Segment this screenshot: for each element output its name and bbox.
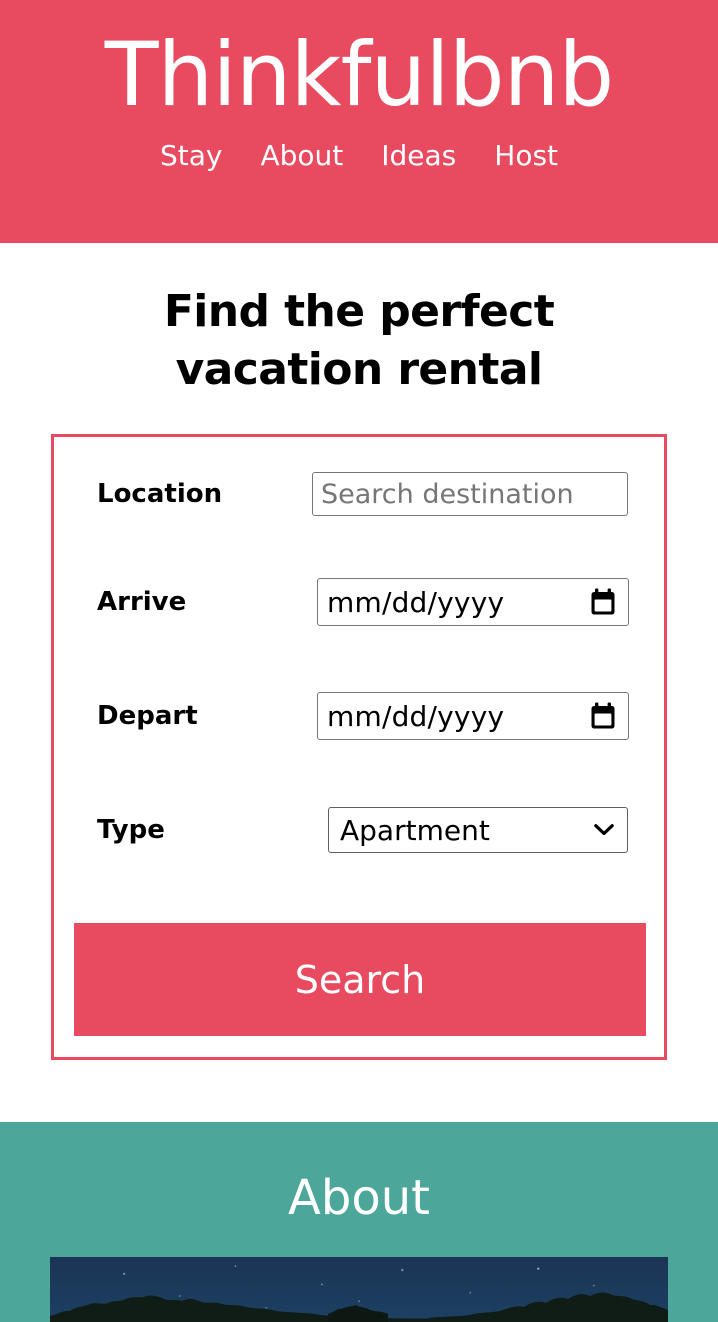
form-row-type: Type Apartment	[54, 773, 664, 887]
label-location: Location	[97, 479, 223, 509]
page-title: Find the perfect vacation rental	[163, 286, 555, 396]
form-row-arrive: Arrive mm/dd/yyyy	[54, 545, 664, 659]
search-form: Location Arrive mm/dd/yyyy Depart	[51, 434, 667, 1060]
about-photo	[50, 1257, 668, 1322]
label-arrive: Arrive	[97, 587, 187, 617]
calendar-icon[interactable]	[590, 702, 616, 730]
brand-title: Thinkfulbnb	[104, 23, 614, 126]
location-input[interactable]	[312, 472, 628, 516]
type-select-value: Apartment	[340, 813, 490, 847]
site-header: Thinkfulbnb Stay About Ideas Host	[0, 0, 718, 243]
type-select[interactable]: Apartment	[328, 807, 628, 853]
calendar-icon[interactable]	[590, 588, 616, 616]
search-button[interactable]: Search	[74, 923, 646, 1036]
page-root: Thinkfulbnb Stay About Ideas Host Find t…	[0, 0, 718, 1322]
form-row-location: Location	[54, 437, 664, 545]
label-depart: Depart	[97, 701, 198, 731]
about-title: About	[288, 1170, 430, 1226]
nav-link-host[interactable]: Host	[494, 139, 558, 172]
nav-link-stay[interactable]: Stay	[160, 139, 222, 172]
about-section: About	[0, 1122, 718, 1322]
form-row-depart: Depart mm/dd/yyyy	[54, 659, 664, 773]
label-type: Type	[97, 815, 165, 845]
nav-link-ideas[interactable]: Ideas	[381, 139, 456, 172]
depart-date-placeholder: mm/dd/yyyy	[327, 699, 505, 733]
arrive-date-placeholder: mm/dd/yyyy	[327, 585, 505, 619]
nav-link-about[interactable]: About	[260, 139, 343, 172]
chevron-down-icon[interactable]	[594, 824, 614, 837]
main-nav: Stay About Ideas Host	[0, 139, 718, 172]
hero-section: Find the perfect vacation rental	[0, 243, 718, 399]
depart-date-input[interactable]: mm/dd/yyyy	[317, 692, 629, 740]
arrive-date-input[interactable]: mm/dd/yyyy	[317, 578, 629, 626]
